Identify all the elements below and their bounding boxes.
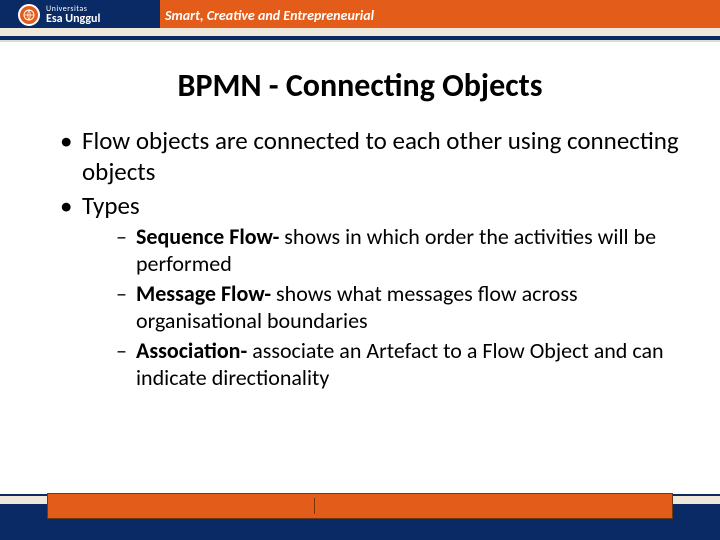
slide-title: BPMN - Connecting Objects	[0, 66, 720, 105]
header-tagline: Smart, Creative and Entrepreneurial	[165, 7, 374, 24]
sub-bullet-list: Sequence Flow- shows in which order the …	[82, 223, 680, 392]
sub-bullet-bold: Message Flow-	[136, 280, 276, 307]
sub-bullet-item: Message Flow- shows what messages flow a…	[116, 280, 680, 335]
bullet-text: Flow objects are connected to each other…	[82, 125, 679, 187]
bullet-item: Flow objects are connected to each other…	[60, 125, 680, 188]
header-thin-line	[0, 40, 720, 42]
sub-bullet-item: Association- associate an Artefact to a …	[116, 337, 680, 392]
university-logo-block: Universitas Esa Unggul	[18, 4, 100, 26]
slide-body: Flow objects are connected to each other…	[0, 105, 720, 392]
slide-header: Universitas Esa Unggul Smart, Creative a…	[0, 0, 720, 52]
header-cream-strip	[0, 28, 720, 36]
sub-bullet-bold: Sequence Flow-	[136, 223, 284, 250]
bullet-text: Types	[82, 190, 140, 221]
sub-bullet-bold: Association-	[136, 337, 252, 364]
slide-footer	[0, 478, 720, 540]
sub-bullet-item: Sequence Flow- shows in which order the …	[116, 223, 680, 278]
bullet-item: Types Sequence Flow- shows in which orde…	[60, 190, 680, 392]
university-name-text: Esa Unggul	[46, 13, 100, 25]
footer-divider	[314, 498, 315, 514]
globe-icon	[23, 9, 35, 21]
bullet-list: Flow objects are connected to each other…	[40, 125, 680, 392]
footer-orange-bar	[48, 494, 672, 518]
slide: Universitas Esa Unggul Smart, Creative a…	[0, 0, 720, 540]
university-name: Universitas Esa Unggul	[46, 5, 100, 25]
university-logo-icon	[18, 4, 40, 26]
